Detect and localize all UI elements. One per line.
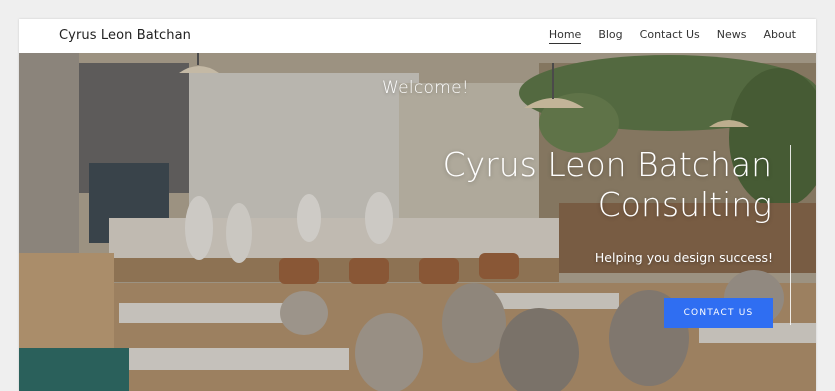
main-nav: Home Blog Contact Us News About: [548, 19, 796, 53]
decorative-divider: [790, 145, 791, 325]
hero-headline-line-2: Consulting: [597, 185, 772, 224]
nav-item-news[interactable]: News: [717, 28, 747, 44]
website-frame: Cyrus Leon Batchan Home Blog Contact Us …: [19, 19, 816, 391]
nav-item-contact-us[interactable]: Contact Us: [640, 28, 700, 44]
nav-item-about[interactable]: About: [763, 28, 796, 44]
hero-section: Welcome! Cyrus Leon Batchan Consulting H…: [19, 53, 816, 391]
nav-item-home[interactable]: Home: [548, 28, 582, 44]
nav-item-blog[interactable]: Blog: [598, 28, 622, 44]
hero-tagline: Helping you design success!: [594, 250, 773, 265]
hero-headline-line-1: Cyrus Leon Batchan: [442, 145, 772, 184]
hero-headline: Cyrus Leon Batchan Consulting: [392, 145, 772, 225]
contact-us-button[interactable]: CONTACT US: [664, 298, 773, 328]
welcome-text: Welcome!: [382, 78, 469, 98]
site-header: Cyrus Leon Batchan Home Blog Contact Us …: [19, 19, 816, 53]
site-title[interactable]: Cyrus Leon Batchan: [59, 28, 191, 43]
